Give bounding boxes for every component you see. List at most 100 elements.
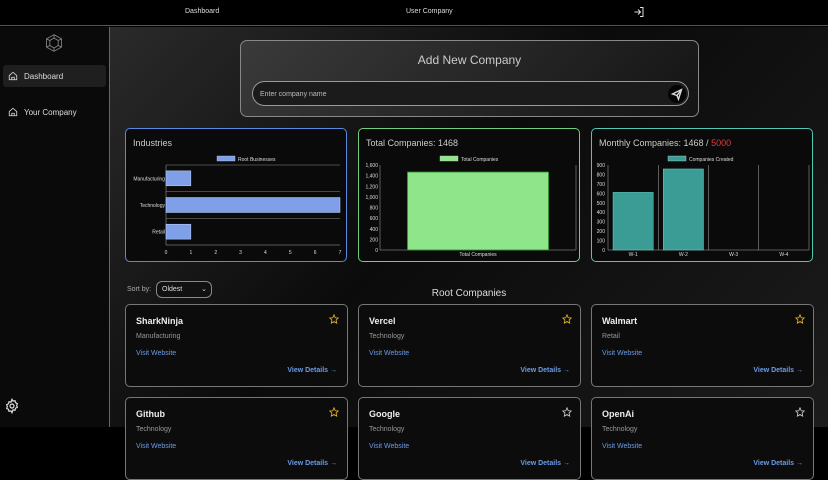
- legend-label: Total Companies: [461, 157, 499, 163]
- tick-label: 800: [597, 172, 606, 178]
- send-icon: [670, 88, 683, 102]
- category-label: W-3: [729, 252, 738, 258]
- tick-label: 0: [165, 250, 168, 256]
- company-name: OpenAi: [602, 409, 635, 419]
- company-name-field-wrapper: [252, 81, 689, 106]
- sidebar-item-dashboard[interactable]: Dashboard: [3, 65, 106, 87]
- view-details-link[interactable]: View Details →: [287, 460, 337, 467]
- category-label: W-4: [779, 252, 788, 258]
- view-details-link[interactable]: View Details →: [520, 367, 570, 374]
- home-icon: [8, 71, 18, 81]
- view-details-link[interactable]: View Details →: [520, 460, 570, 467]
- view-details-link[interactable]: View Details →: [287, 367, 337, 374]
- company-industry: Technology: [369, 333, 405, 340]
- bar: [407, 171, 549, 251]
- legend-swatch: [216, 155, 236, 162]
- sidebar-item-your-company[interactable]: Your Company: [3, 101, 106, 123]
- company-card: SharkNinja Manufacturing Visit Website View…: [125, 304, 348, 387]
- visit-website-link[interactable]: Visit Website: [602, 443, 642, 450]
- tick-label: 1,000: [365, 195, 378, 201]
- sidebar-item-label: Dashboard: [24, 71, 64, 81]
- legend-swatch: [667, 155, 687, 162]
- nav-user-company-link[interactable]: User Company: [406, 8, 453, 15]
- visit-website-link[interactable]: Visit Website: [369, 350, 409, 357]
- view-details-link[interactable]: View Details →: [753, 367, 803, 374]
- company-card: OpenAi Technology Visit Website View Detail…: [591, 397, 814, 480]
- tick-label: 800: [370, 206, 379, 212]
- category-label: W-1: [629, 252, 638, 258]
- visit-website-link[interactable]: Visit Website: [602, 350, 642, 357]
- company-industry: Retail: [602, 333, 620, 340]
- tick-label: 200: [370, 237, 379, 243]
- total-companies-chart: Total Companies 0 200 400 600 800 1,000 1,200 1,…: [365, 155, 577, 258]
- send-button[interactable]: [668, 85, 686, 103]
- tick-label: 100: [597, 239, 606, 245]
- gear-icon[interactable]: [4, 398, 20, 414]
- company-industry: Technology: [602, 426, 638, 433]
- tick-label: 2: [214, 250, 217, 256]
- category-label: Retail: [152, 230, 165, 236]
- top-navbar: Dashboard User Company: [0, 0, 828, 26]
- add-company-card: Add New Company: [240, 40, 699, 117]
- visit-website-link[interactable]: Visit Website: [369, 443, 409, 450]
- monthly-companies-chart: Companies Created 0 100 200 300 400 500 600 700 8…: [597, 155, 810, 258]
- company-name: Vercel: [369, 316, 396, 326]
- bar: [612, 192, 654, 251]
- industries-chart: Root Businesses Manufacturing Technology Re…: [133, 155, 342, 256]
- monthly-companies-chart-card: Monthly Companies: 1468 / 5000 Companies…: [591, 128, 813, 262]
- tick-label: 400: [370, 227, 379, 233]
- company-name: SharkNinja: [136, 316, 184, 326]
- tick-label: 600: [370, 216, 379, 222]
- tick-label: 200: [597, 229, 606, 235]
- star-icon[interactable]: [562, 314, 572, 324]
- star-icon[interactable]: [795, 314, 805, 324]
- tick-label: 600: [597, 191, 606, 197]
- tick-label: 0: [602, 248, 605, 254]
- category-label: Manufacturing: [133, 176, 165, 182]
- tick-label: 400: [597, 210, 606, 216]
- company-industry: Technology: [369, 426, 405, 433]
- company-name: Walmart: [602, 316, 638, 326]
- section-title: Root Companies: [431, 288, 507, 299]
- tick-label: 1,600: [365, 163, 378, 169]
- total-companies-chart-card: Total Companies: 1468 Total Companies 0 20…: [358, 128, 580, 262]
- view-details-link[interactable]: View Details →: [753, 460, 803, 467]
- company-card: Walmart Retail Visit Website View Details →: [591, 304, 814, 387]
- tick-label: 300: [597, 220, 606, 226]
- tick-label: 500: [597, 201, 606, 207]
- nav-dashboard-link[interactable]: Dashboard: [185, 8, 219, 15]
- legend-label: Root Businesses: [238, 157, 276, 163]
- star-icon[interactable]: [795, 407, 805, 417]
- home-icon: [8, 107, 18, 117]
- sidebar-item-label: Your Company: [24, 107, 77, 117]
- company-name: Google: [369, 409, 400, 419]
- tick-label: 3: [239, 250, 242, 256]
- bar: [165, 197, 341, 213]
- company-industry: Manufacturing: [136, 333, 181, 340]
- star-icon[interactable]: [329, 314, 339, 324]
- tick-label: 1,400: [365, 174, 378, 180]
- tick-label: 4: [264, 250, 267, 256]
- tick-label: 6: [314, 250, 317, 256]
- company-name: Github: [136, 409, 165, 419]
- company-name-input[interactable]: [260, 87, 660, 101]
- sidebar: Dashboard Your Company: [0, 27, 110, 427]
- company-card: Vercel Technology Visit Website View Detail…: [358, 304, 581, 387]
- bar: [165, 223, 192, 240]
- main-content: Add New Company Industries Root Business…: [110, 27, 828, 480]
- visit-website-link[interactable]: Visit Website: [136, 350, 176, 357]
- company-card: Github Technology Visit Website View Detail…: [125, 397, 348, 480]
- category-label: Technology: [140, 203, 166, 209]
- star-icon[interactable]: [562, 407, 572, 417]
- tick-label: 1,200: [365, 184, 378, 190]
- star-icon[interactable]: [329, 407, 339, 417]
- visit-website-link[interactable]: Visit Website: [136, 443, 176, 450]
- tick-label: 7: [339, 250, 342, 256]
- company-industry: Technology: [136, 426, 172, 433]
- category-label: W-2: [679, 252, 688, 258]
- logout-icon[interactable]: [633, 6, 645, 18]
- legend-swatch: [439, 155, 459, 162]
- company-card: Google Technology Visit Website View Detail…: [358, 397, 581, 480]
- legend-label: Companies Created: [689, 157, 734, 163]
- tick-label: 900: [597, 163, 606, 169]
